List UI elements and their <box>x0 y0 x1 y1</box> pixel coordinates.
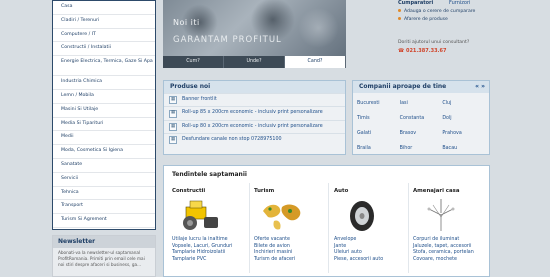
city-link[interactable]: Iasi <box>400 96 443 111</box>
banner-line2: GARANTAM PROFITUL <box>173 35 282 45</box>
trend-link[interactable]: Tamplarie PVC <box>172 257 250 264</box>
banner-photo <box>163 0 346 56</box>
trend-link[interactable]: Anvelope <box>334 237 412 244</box>
trend-link[interactable]: Inchirieri masini <box>254 250 332 257</box>
newsletter-title: Newsletter <box>53 236 155 248</box>
city-link[interactable]: Cluj <box>442 96 485 111</box>
sidebar-item-tehnica[interactable]: Tehnica <box>53 187 155 201</box>
trend-link[interactable]: Uleiuri auto <box>334 250 412 257</box>
city-link[interactable]: Constanta <box>400 111 443 126</box>
product-thumbnail-icon: ▦ <box>169 96 177 105</box>
trend-col-turism: Turism Oferte vacante Bilete de avion In… <box>254 188 332 263</box>
newsletter-box: Newsletter Abonati-va la newsletter-ul s… <box>52 235 156 277</box>
product-row[interactable]: ▦ Desfundare canale non stop 0728975100 <box>164 133 345 146</box>
world-map-icon[interactable] <box>260 199 304 233</box>
product-thumbnail-icon: ▦ <box>169 122 177 131</box>
companies-nearby-panel: Companii aproape de tine « » Bucuresti I… <box>352 80 490 155</box>
trend-link[interactable]: Turism de afaceri <box>254 257 332 264</box>
trend-link[interactable]: Piese, accesorii auto <box>334 257 412 264</box>
city-link[interactable]: Brasov <box>400 126 443 141</box>
city-link[interactable]: Prahova <box>442 126 485 141</box>
sidebar-item-masini[interactable]: Masini Si Utilaje <box>53 104 155 118</box>
sidebar-item-media[interactable]: Media Si Tiparituri <box>53 118 155 132</box>
city-link[interactable]: Braila <box>357 141 400 156</box>
trend-col-title: Amenajari casa <box>413 188 460 194</box>
product-row[interactable]: ▦ Roll-up 80 x 200cm economic - inclusiv … <box>164 119 345 133</box>
sidebar-item-lemn[interactable]: Lemn / Mobila <box>53 90 155 104</box>
sidebar-item-cladiri[interactable]: Cladiri / Terenuri <box>53 15 155 29</box>
trend-link[interactable]: Stofa, ceramica, portelan <box>413 250 491 257</box>
sidebar-item-medii[interactable]: Medii <box>53 131 155 146</box>
city-link[interactable]: Timis <box>357 111 400 126</box>
sidebar-item-transport[interactable]: Transport <box>53 200 155 215</box>
sidebar-item-sanatate[interactable]: Sanatate <box>53 159 155 173</box>
banner-tab-cand[interactable]: Cand? <box>285 56 346 68</box>
phone-icon: ☎ <box>398 48 406 54</box>
new-products-title: Produse noi <box>164 81 345 93</box>
companies-nav-arrows[interactable]: « » <box>475 83 485 90</box>
sidebar-item-servicii[interactable]: Servicii <box>53 173 155 187</box>
trend-col-title: Auto <box>334 188 349 194</box>
sidebar-item-industria-chimica[interactable]: Industria Chimica <box>53 76 155 90</box>
bullet-icon <box>398 17 401 20</box>
product-row[interactable]: ▦ Roll-up 85 x 200cm economic - inclusiv … <box>164 106 345 119</box>
tire-icon[interactable] <box>340 199 384 233</box>
sidebar-item-constructii[interactable]: Constructii / Instalatii <box>53 42 155 57</box>
banner-tab-cum[interactable]: Cum? <box>163 56 224 68</box>
buyer-supplier-box: Cumparatori Furnizori Adauga o cerere de… <box>352 0 490 68</box>
chandelier-icon[interactable] <box>419 199 463 233</box>
city-link[interactable]: Bucuresti <box>357 96 400 111</box>
product-row[interactable]: ▦ Banner frontlit <box>164 93 345 106</box>
bullet-icon <box>398 9 401 12</box>
city-link[interactable]: Bihor <box>400 141 443 156</box>
hero-banner[interactable]: Noi iti GARANTAM PROFITUL Cum? Unde? Can… <box>163 0 346 68</box>
link-add-request[interactable]: Adauga o cerere de cumparare <box>398 9 475 14</box>
trend-col-title: Constructii <box>172 188 206 194</box>
trend-link[interactable]: Tamplarie Hidroizolatii <box>172 250 250 257</box>
sidebar-item-computere[interactable]: Computere / IT <box>53 29 155 43</box>
banner-line1: Noi iti <box>173 18 200 27</box>
trend-link[interactable]: Oferte vacante <box>254 237 332 244</box>
trend-col-amenajari: Amenajari casa Corpuri de iluminat Jaluz… <box>413 188 491 263</box>
city-link[interactable]: Galati <box>357 126 400 141</box>
sidebar-item-casa[interactable]: Casa <box>53 1 155 15</box>
trends-title: Tendintele saptamanii <box>172 171 247 178</box>
roller-machine-icon[interactable] <box>178 199 222 233</box>
trend-link[interactable]: Corpuri de iluminat <box>413 237 491 244</box>
product-thumbnail-icon: ▦ <box>169 109 177 118</box>
companies-title: Companii aproape de tine <box>353 81 489 93</box>
trend-link[interactable]: Covoare, mochete <box>413 257 491 264</box>
category-sidebar: Casa Cladiri / Terenuri Computere / IT C… <box>52 0 156 230</box>
new-products-panel: Produse noi ▦ Banner frontlit ▦ Roll-up 85… <box>163 80 346 155</box>
link-offer-products[interactable]: Afarere de produse <box>398 17 448 22</box>
trend-col-constructii: Constructii Utilaje lucru la inaltime Vo… <box>172 188 250 263</box>
city-link[interactable]: Bacau <box>442 141 485 156</box>
trend-col-auto: Auto Anvelope Jante Uleiuri auto Piese, … <box>334 188 412 263</box>
tab-furnizori[interactable]: Furnizori <box>449 0 470 6</box>
product-thumbnail-icon: ▦ <box>169 136 177 145</box>
sidebar-item-energie[interactable]: Energie Electrica, Termica, Gaze Si Apa <box>53 56 155 77</box>
banner-tabs: Cum? Unde? Cand? <box>163 56 346 68</box>
tab-cumparatori[interactable]: Cumparatori <box>398 0 433 6</box>
banner-tab-unde[interactable]: Unde? <box>224 56 285 68</box>
city-link[interactable]: Dolj <box>442 111 485 126</box>
trend-link[interactable]: Utilaje lucru la inaltime <box>172 237 250 244</box>
help-text: Doriti ajutorul unui consultant? <box>398 40 470 45</box>
phone-number[interactable]: ☎ 021.387.33.67 <box>398 48 446 54</box>
sidebar-item-turism[interactable]: Turism Si Agrement <box>53 214 155 228</box>
trend-col-title: Turism <box>254 188 275 194</box>
newsletter-text: Abonati-va la newsletter-ul saptamanal P… <box>58 250 145 267</box>
sidebar-item-moda[interactable]: Moda, Cosmetica Si Igiena <box>53 145 155 159</box>
